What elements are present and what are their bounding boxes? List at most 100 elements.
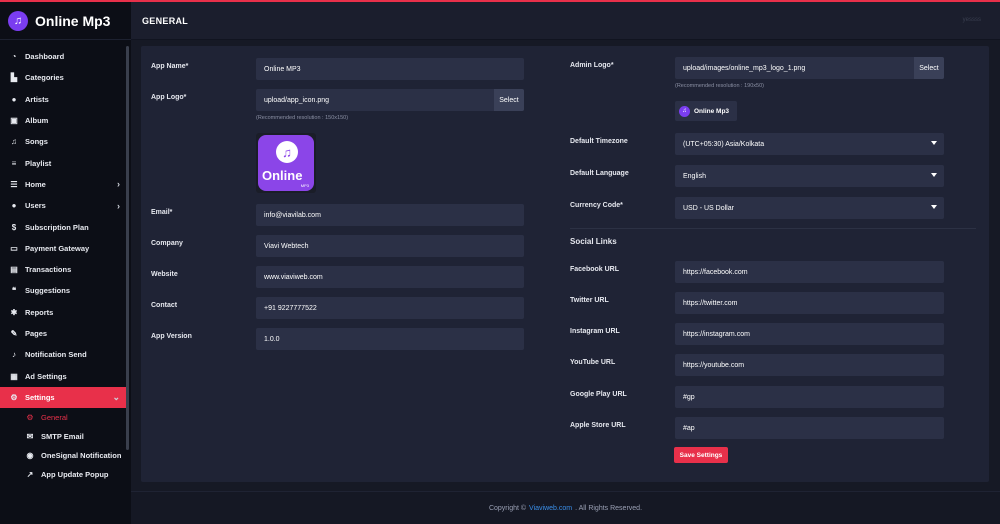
- youtube-input[interactable]: https://youtube.com: [675, 354, 944, 376]
- instagram-input[interactable]: https://instagram.com: [675, 323, 944, 345]
- sidebar-item-pages[interactable]: ✎ Pages: [0, 323, 126, 344]
- credit-card-icon: ▭: [10, 243, 18, 253]
- app-name-label: App Name*: [151, 63, 189, 70]
- sidebar-item-label: Reports: [25, 307, 54, 317]
- external-link-icon: ↗: [26, 470, 34, 480]
- sidebar-nav: ◔ Dashboard ▙ Categories ● Artists ▣ Album ♫…: [0, 46, 126, 484]
- admin-logo-preview: ♫ Online Mp3: [675, 101, 737, 121]
- footer-link[interactable]: Viaviweb.com: [529, 505, 572, 512]
- app-version-input[interactable]: 1.0.0: [256, 328, 524, 350]
- sidebar-item-users[interactable]: ● Users ›: [0, 195, 126, 216]
- sidebar-item-label: Categories: [25, 73, 64, 83]
- sidebar-item-subscription-plan[interactable]: $ Subscription Plan: [0, 216, 126, 237]
- chevron-right-icon: ›: [117, 179, 120, 190]
- sidebar-item-artists[interactable]: ● Artists: [0, 89, 126, 110]
- google-play-value: #gp: [683, 393, 695, 401]
- social-links-title: Social Links: [570, 237, 617, 246]
- app-icon-image: ♫ Online MP3: [258, 135, 314, 191]
- sidebar-item-label: Transactions: [25, 265, 72, 275]
- facebook-input[interactable]: https://facebook.com: [675, 261, 944, 283]
- page-header: GENERAL yessss: [131, 2, 1000, 40]
- app-name-value: Online MP3: [264, 65, 301, 73]
- sidebar-item-reports[interactable]: ✱ Reports: [0, 302, 126, 323]
- app-name-input[interactable]: Online MP3: [256, 58, 524, 80]
- app-version-label: App Version: [151, 333, 192, 340]
- contact-value: +91 9227777522: [264, 304, 317, 312]
- language-value: English: [683, 172, 706, 180]
- save-settings-button[interactable]: Save Settings: [674, 447, 728, 463]
- currency-select[interactable]: USD - US Dollar: [675, 197, 944, 219]
- gear-icon: ⚙: [26, 413, 34, 423]
- dollar-icon: $: [11, 222, 17, 232]
- sidebar-subitem-smtp-email[interactable]: ✉ SMTP Email: [0, 427, 126, 446]
- sidebar-item-settings[interactable]: ⚙ Settings ⌄: [0, 386, 126, 409]
- ad-icon: ▦: [10, 371, 18, 381]
- app-icon-subtext: MP3: [300, 183, 309, 188]
- sidebar-item-dashboard[interactable]: ◔ Dashboard: [0, 46, 126, 67]
- sidebar-item-label: Notification Send: [25, 350, 87, 360]
- sidebar-item-payment-gateway[interactable]: ▭ Payment Gateway: [0, 238, 126, 259]
- admin-logo-select-button[interactable]: Select: [914, 57, 944, 79]
- sidebar-item-label: Settings: [25, 392, 55, 402]
- app-icon-text: Online: [262, 168, 303, 183]
- language-label: Default Language: [570, 170, 629, 177]
- table-icon: ▤: [10, 265, 18, 275]
- sidebar-item-home[interactable]: ☰ Home ›: [0, 174, 126, 195]
- sidebar-subitem-general[interactable]: ⚙ General: [0, 408, 126, 427]
- sidebar-item-categories[interactable]: ▙ Categories: [0, 67, 126, 88]
- sidebar-item-ad-settings[interactable]: ▦ Ad Settings: [0, 365, 126, 386]
- sidebar-scrollbar[interactable]: [126, 46, 129, 450]
- sidebar-item-label: Songs: [25, 137, 48, 147]
- users-icon: ●: [11, 201, 17, 211]
- brand-name: Online Mp3: [35, 12, 111, 29]
- email-input[interactable]: info@viavilab.com: [256, 204, 524, 226]
- sidebar-item-album[interactable]: ▣ Album: [0, 110, 126, 131]
- twitter-input[interactable]: https://twitter.com: [675, 292, 944, 314]
- email-label: Email*: [151, 209, 173, 216]
- apple-store-input[interactable]: #ap: [675, 417, 944, 439]
- company-label: Company: [151, 240, 183, 247]
- website-input[interactable]: www.viaviweb.com: [256, 266, 524, 288]
- sidebar-item-label: Home: [25, 179, 46, 189]
- currency-label: Currency Code*: [570, 202, 623, 209]
- footer: Copyright © Viaviweb.com . All Rights Re…: [131, 491, 1000, 524]
- admin-logo-input[interactable]: upload/images/online_mp3_logo_1.png Sele…: [675, 57, 944, 79]
- google-play-input[interactable]: #gp: [675, 386, 944, 408]
- sidebar-item-notification-send[interactable]: ♪ Notification Send: [0, 344, 126, 365]
- app-version-value: 1.0.0: [264, 335, 280, 343]
- admin-logo-hint: (Recommended resolution : 190x50): [675, 83, 764, 89]
- admin-logo-value: upload/images/online_mp3_logo_1.png: [683, 64, 806, 72]
- sidebar-item-label: Playlist: [25, 158, 52, 168]
- section-divider: [570, 228, 976, 229]
- google-play-label: Google Play URL: [570, 391, 627, 398]
- timezone-select[interactable]: (UTC+05:30) Asia/Kolkata: [675, 133, 944, 155]
- page-title: GENERAL: [142, 16, 189, 26]
- apple-store-label: Apple Store URL: [570, 422, 626, 429]
- sidebar-item-transactions[interactable]: ▤ Transactions: [0, 259, 126, 280]
- brand[interactable]: ♫ Online Mp3: [0, 2, 131, 40]
- contact-input[interactable]: +91 9227777522: [256, 297, 524, 319]
- sidebar-item-suggestions[interactable]: ❝ Suggestions: [0, 280, 126, 301]
- categories-icon: ▙: [10, 73, 18, 83]
- caret-down-icon: [931, 141, 937, 145]
- footer-copyright: Copyright ©: [488, 504, 527, 512]
- header-user[interactable]: yessss: [963, 17, 981, 23]
- app-logo-select-button[interactable]: Select: [494, 89, 524, 111]
- company-input[interactable]: Viavi Webtech: [256, 235, 524, 257]
- sidebar-item-label: Artists: [25, 94, 49, 104]
- sidebar-subitem-label: App Update Popup: [41, 470, 109, 480]
- language-select[interactable]: English: [675, 165, 944, 187]
- app-icon-preview: ♫ Online MP3: [256, 133, 316, 193]
- bug-icon: ✱: [10, 307, 18, 317]
- comments-icon: ❝: [11, 286, 17, 296]
- sidebar-subitem-onesignal[interactable]: ◉ OneSignal Notification: [0, 446, 126, 465]
- sidebar-item-playlist[interactable]: ≡ Playlist: [0, 152, 126, 173]
- sidebar-item-songs[interactable]: ♫ Songs: [0, 131, 126, 152]
- instagram-label: Instagram URL: [570, 328, 620, 335]
- pin-icon: ◉: [26, 451, 34, 461]
- sidebar-subitem-label: OneSignal Notification: [41, 451, 122, 461]
- twitter-label: Twitter URL: [570, 297, 609, 304]
- sidebar-subitem-label: General: [41, 413, 68, 423]
- sidebar-subitem-app-update-popup[interactable]: ↗ App Update Popup: [0, 465, 126, 484]
- app-logo-input[interactable]: upload/app_icon.png Select: [256, 89, 524, 111]
